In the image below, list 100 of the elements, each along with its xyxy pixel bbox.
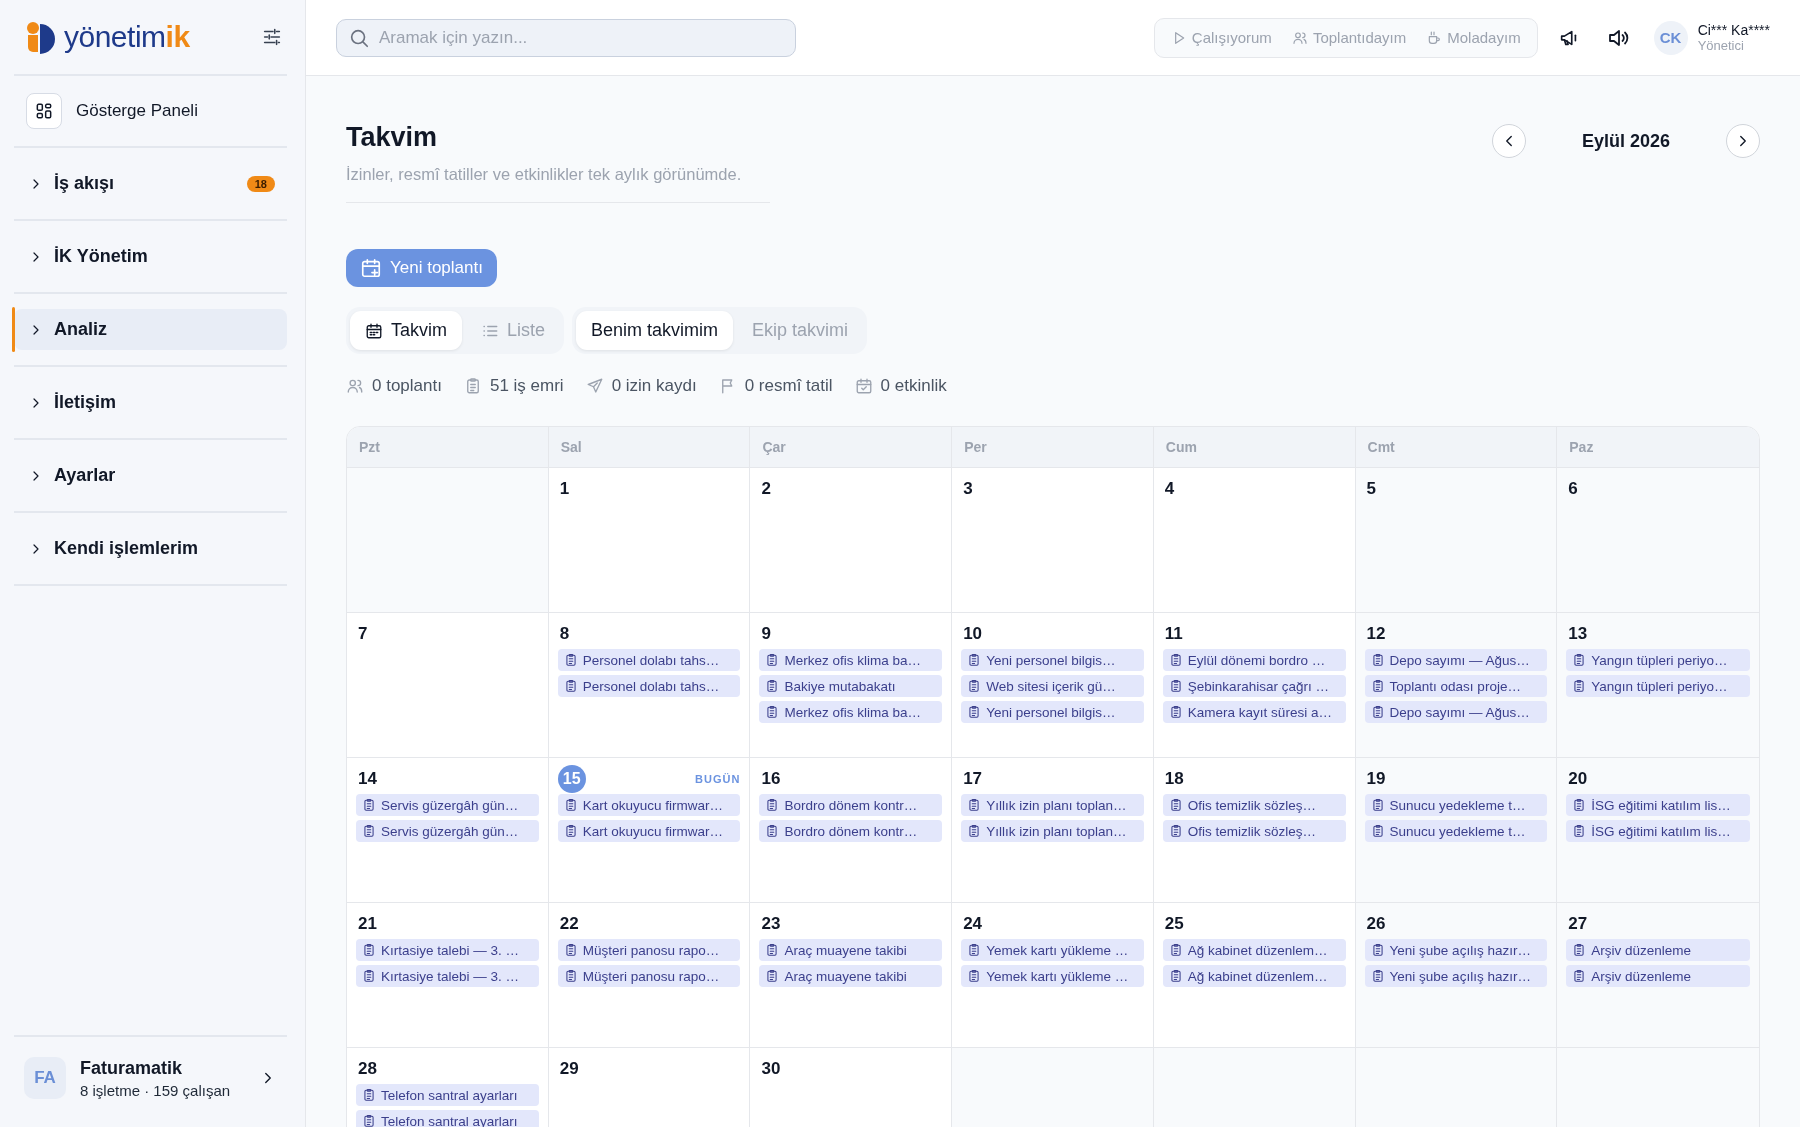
clipboard-icon [563,943,578,957]
event-chip[interactable]: Merkez ofis klima ba… [759,649,943,671]
event-chip[interactable]: Arşiv düzenleme [1566,939,1750,961]
event-chip[interactable]: Kart okuyucu firmwar… [557,820,741,842]
day-cell[interactable]: 19 Sunucu yedekleme t… Sunucu yedekleme t… [1355,758,1558,902]
event-chip[interactable]: Bordro dönem kontr… [759,820,943,842]
event-chip[interactable]: Yangın tüpleri periyo… [1566,675,1750,697]
nav-item[interactable]: İletişim [14,382,287,423]
clipboard-icon [1168,969,1183,983]
event-chip[interactable]: Kırtasiye talebi — 3. … [356,965,539,987]
count-badge: 18 [246,175,275,192]
day-number: 28 [357,1059,377,1079]
clipboard-icon [362,798,376,812]
day-cell[interactable]: 27 Arşiv düzenleme Arşiv düzenleme [1557,903,1759,1047]
day-cell[interactable]: 13 Yangın tüpleri periyo… Yangın tüpleri periyo… [1557,613,1759,757]
day-number: 5 [1365,479,1377,499]
event-chip[interactable]: Eylül dönemi bordro … [1162,649,1346,671]
day-number: 13 [1567,624,1588,644]
clipboard-icon [1572,798,1587,812]
clipboard-icon [765,824,780,838]
day-cell[interactable]: 6 [1557,468,1759,612]
event-chip[interactable]: Arşiv düzenleme [1566,965,1750,987]
event-chip[interactable]: Web sitesi içerik gü… [961,675,1144,697]
view-tab[interactable]: Takvim [350,311,462,350]
event-chip[interactable]: Ağ kabinet düzenlem… [1162,965,1346,987]
nav-item[interactable]: Kendi işlemlerim [14,528,287,569]
day-cell[interactable]: 20 İSG eğitimi katılım lis… İSG eğitimi katılım lis… [1557,758,1759,902]
day-number: 17 [962,769,983,789]
event-chip[interactable]: Ofis temizlik sözleş… [1162,820,1346,842]
day-number: 16 [760,769,781,789]
day-number: 2 [760,479,771,499]
event-chip[interactable]: Bordro dönem kontr… [759,794,943,816]
event-chip[interactable]: Sunucu yedekleme t… [1364,794,1548,816]
event-chip[interactable]: Yemek kartı yükleme … [961,939,1144,961]
day-cell[interactable]: 12 Depo sayımı — Ağus… Toplantı odası proje… Depo sayımı — Ağus… [1355,613,1558,757]
event-chip[interactable]: Depo sayımı — Ağus… [1364,649,1548,671]
weekday-header: Cum [1153,427,1356,467]
weekday-header: Cmt [1355,427,1558,467]
clipboard-icon [967,943,982,957]
event-chip[interactable]: Ağ kabinet düzenlem… [1162,939,1346,961]
clipboard-icon [1168,943,1183,957]
day-number: 26 [1365,914,1386,934]
event-chip[interactable]: Merkez ofis klima ba… [759,701,943,723]
event-chip[interactable]: Personel dolabı tahs… [557,649,741,671]
event-chip[interactable]: İSG eğitimi katılım lis… [1566,794,1750,816]
stat-count: 0 izin kaydı [611,376,697,396]
clipboard-icon [1572,943,1587,957]
event-chip[interactable]: Kamera kayıt süresi a… [1162,701,1346,723]
clipboard-icon [1572,824,1587,838]
event-chip[interactable]: Yeni personel bilgis… [961,701,1144,723]
company-switcher[interactable]: FA Faturamatik 8 işletme · 159 çalışan [14,1057,287,1099]
event-chip[interactable]: Araç muayene takibi [759,965,943,987]
grid-icon [34,101,54,121]
event-chip[interactable]: Müşteri panosu rapo… [557,939,741,961]
clipboard-icon [1572,969,1587,983]
calendar-check-icon [854,377,873,395]
clipboard-icon [765,798,780,812]
day-number: 21 [357,914,377,934]
user-role: Yönetici [1697,38,1745,53]
event-chip[interactable]: Yeni şube açılış hazır… [1364,939,1548,961]
clipboard-icon [362,1114,376,1127]
clipboard-icon [563,653,578,667]
search-field[interactable]: Aramak için yazın... [336,18,796,57]
nav-item[interactable]: İK Yönetim [14,236,287,277]
event-chip[interactable]: Araç muayene takibi [759,939,943,961]
event-chip[interactable]: Kırtasiye talebi — 3. … [356,939,539,961]
event-chip[interactable]: Toplantı odası proje… [1364,675,1548,697]
day-number: 10 [962,624,983,644]
scope-tab[interactable]: Benim takvimim [576,311,734,350]
clipboard-icon [967,969,982,983]
clipboard-icon [1168,653,1183,667]
event-chip[interactable]: Depo sayımı — Ağus… [1364,701,1548,723]
clipboard-icon [967,653,982,667]
event-chip[interactable]: Yıllık izin planı toplan… [961,820,1144,842]
clipboard-icon [563,798,578,812]
event-chip[interactable]: Yeni şube açılış hazır… [1364,965,1548,987]
day-cell[interactable]: 26 Yeni şube açılış hazır… Yeni şube açılış hazır… [1355,903,1558,1047]
event-chip[interactable]: İSG eğitimi katılım lis… [1566,820,1750,842]
event-chip[interactable]: Servis güzergâh gün… [356,820,539,842]
event-chip[interactable]: Ofis temizlik sözleş… [1162,794,1346,816]
nav-item[interactable]: İş akışı 18 [14,163,287,204]
event-chip[interactable]: Şebinkarahisar çağrı … [1162,675,1346,697]
dashboard-item[interactable]: Gösterge Paneli [14,84,287,138]
event-chip[interactable]: Telefon santral ayarları [356,1084,539,1106]
event-chip[interactable]: Müşteri panosu rapo… [557,965,741,987]
event-chip[interactable]: Yeni personel bilgis… [961,649,1144,671]
event-chip[interactable]: Sunucu yedekleme t… [1364,820,1548,842]
event-chip[interactable]: Yıllık izin planı toplan… [961,794,1144,816]
event-chip[interactable]: Bakiye mutabakatı [759,675,943,697]
event-chip[interactable]: Servis güzergâh gün… [356,794,539,816]
nav-item[interactable]: Analiz [14,309,287,350]
weekday-header: Pzt [347,427,549,467]
event-chip[interactable]: Yemek kartı yükleme … [961,965,1144,987]
nav-item[interactable]: Ayarlar [14,455,287,496]
day-cell[interactable]: 5 [1355,468,1558,612]
clipboard-icon [1370,969,1385,983]
event-chip[interactable]: Yangın tüpleri periyo… [1566,649,1750,671]
event-chip[interactable]: Kart okuyucu firmwar… [557,794,741,816]
clipboard-icon [1370,679,1385,693]
event-chip[interactable]: Personel dolabı tahs… [557,675,741,697]
